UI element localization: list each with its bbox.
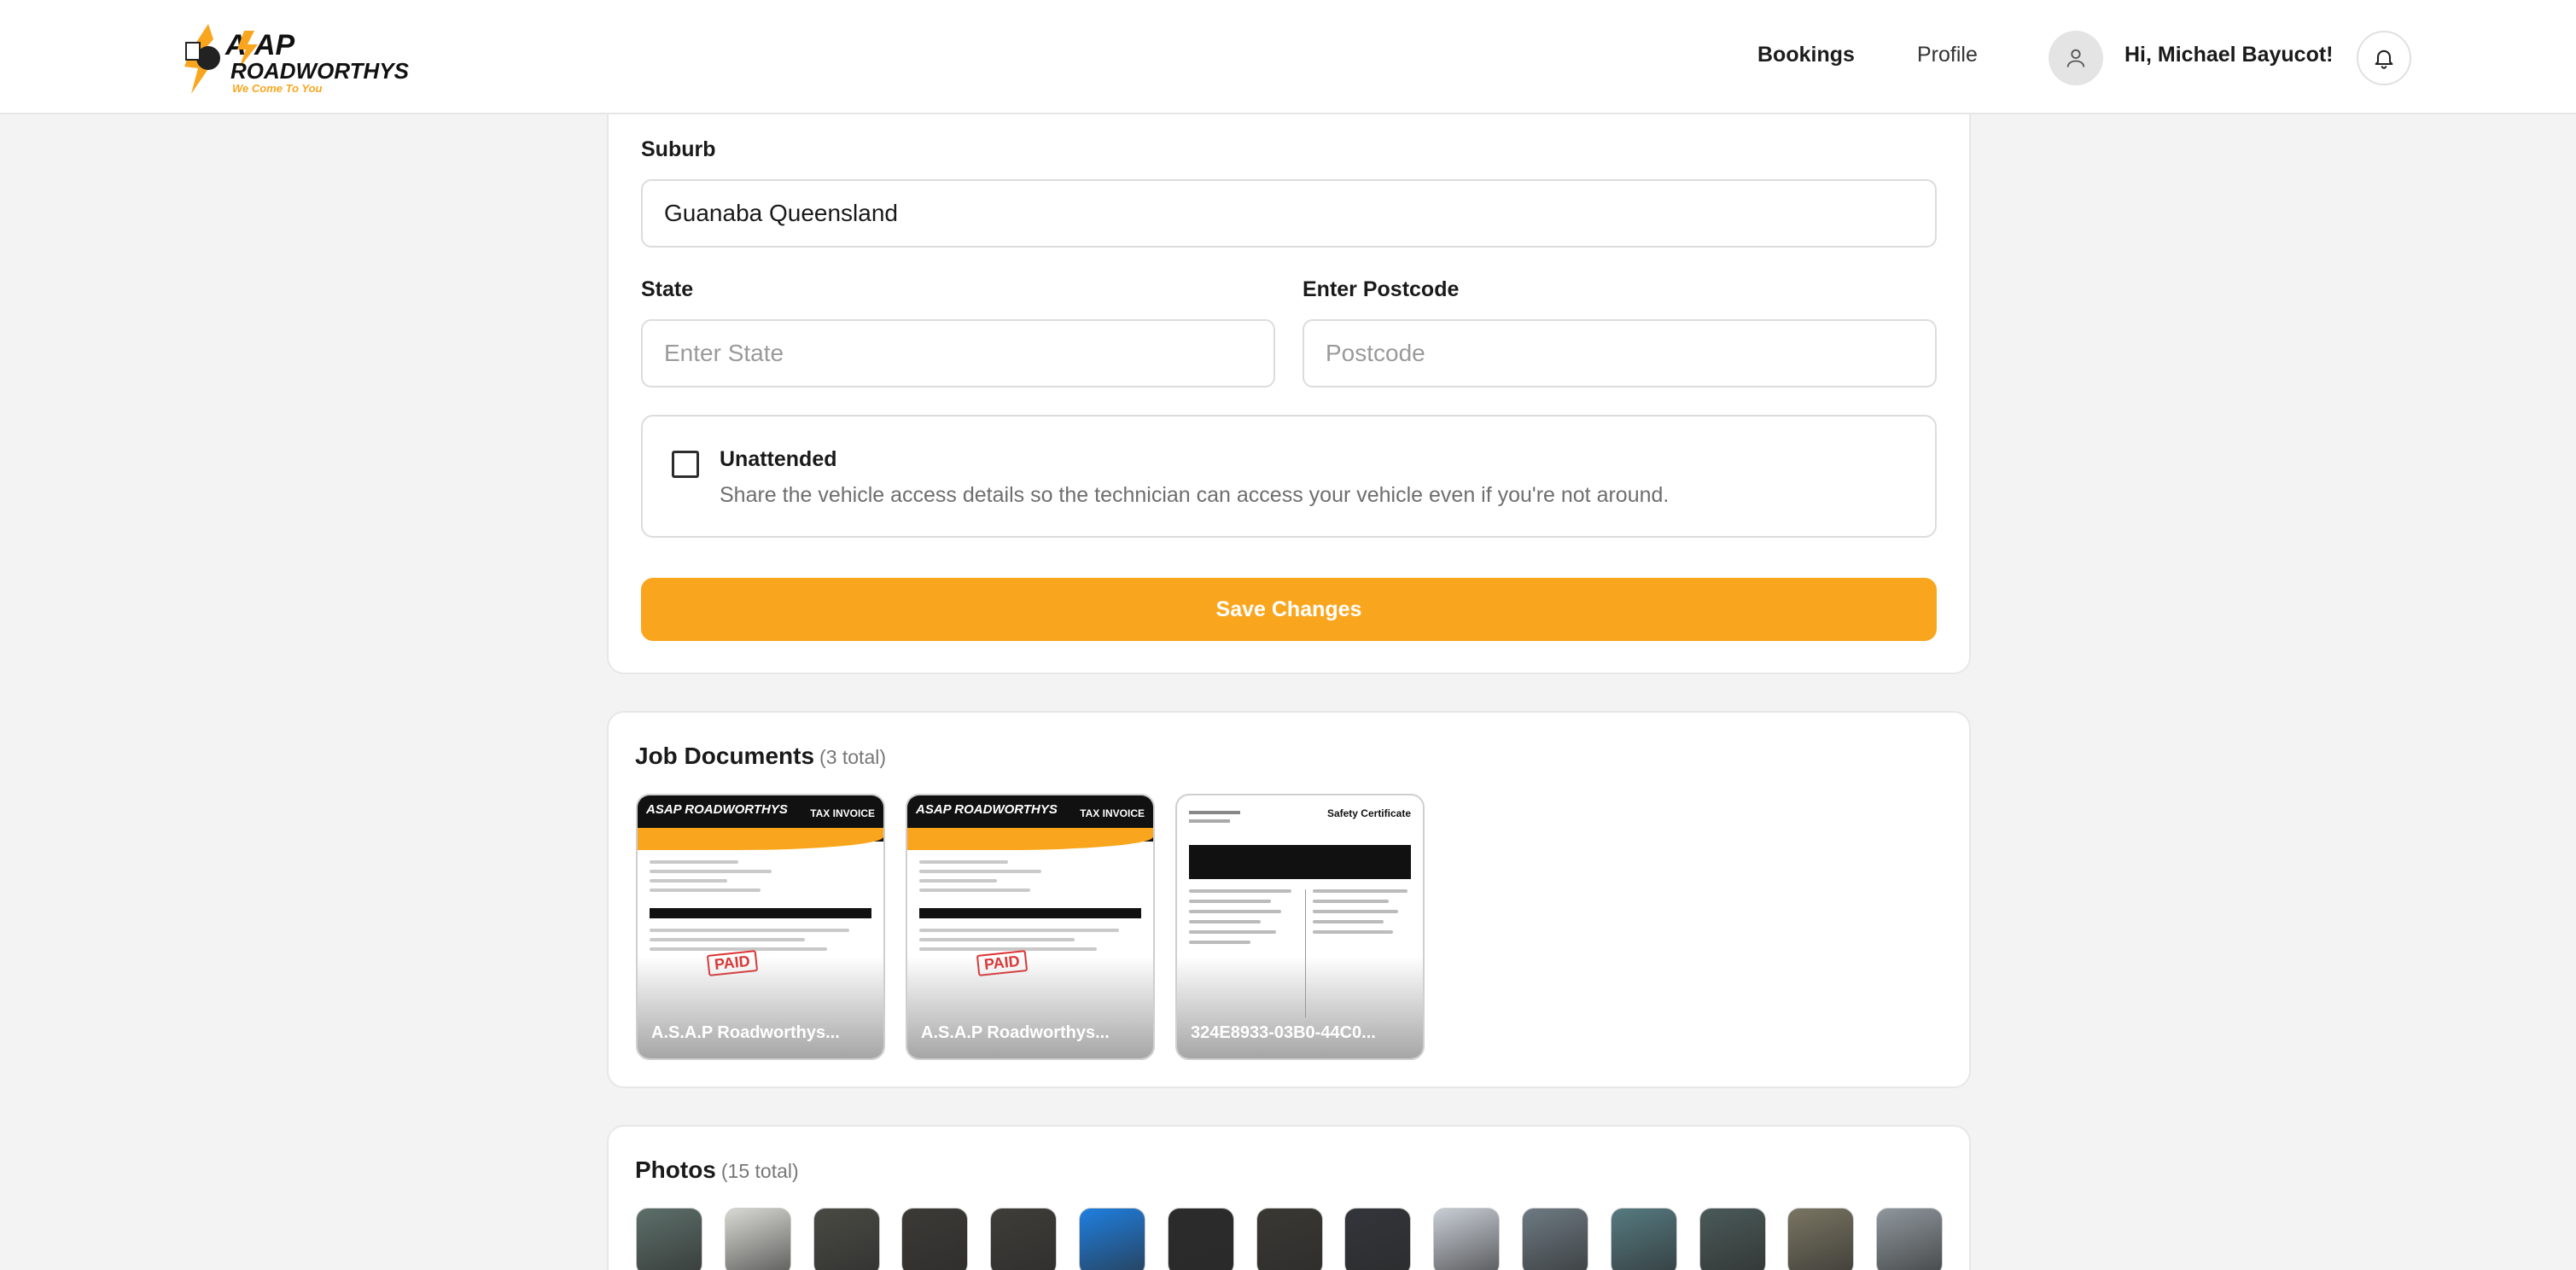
unattended-checkbox[interactable] (672, 451, 699, 478)
photo-thumbnail[interactable] (1168, 1208, 1234, 1270)
photo-thumbnail[interactable] (1876, 1208, 1943, 1270)
photos-title: Photos (635, 1156, 716, 1183)
photo-thumbnail[interactable] (813, 1208, 880, 1270)
photo-thumbnail[interactable] (901, 1208, 968, 1270)
photo-thumbnail[interactable] (1433, 1208, 1500, 1270)
postcode-input[interactable] (1303, 319, 1937, 387)
job-documents-count: (3 total) (819, 746, 887, 768)
certificate-header: Safety Certificate (1189, 807, 1411, 836)
photo-thumbnail[interactable] (1522, 1208, 1588, 1270)
photo-thumbnail[interactable] (1256, 1208, 1323, 1270)
certificate-banner (1189, 845, 1411, 879)
photo-thumbnail[interactable] (1787, 1208, 1854, 1270)
notifications-button[interactable] (2357, 31, 2411, 85)
invoice-type: TAX INVOICE (810, 807, 875, 819)
state-input[interactable] (641, 319, 1275, 387)
photo-thumbnail[interactable] (990, 1208, 1057, 1270)
save-changes-button[interactable]: Save Changes (641, 578, 1937, 641)
photo-thumbnail[interactable] (1699, 1208, 1766, 1270)
logo-graphic: A AP ROADWORTHYS We Come To You (184, 24, 410, 95)
asap-roadworthys-logo[interactable]: A AP ROADWORTHYS We Come To You (183, 19, 430, 96)
photo-thumbnail[interactable] (1079, 1208, 1145, 1270)
job-documents-heading: Job Documents (3 total) (635, 743, 886, 770)
photo-thumbnail[interactable] (636, 1208, 702, 1270)
document-name: A.S.A.P Roadworthys... (651, 1023, 840, 1042)
svg-text:AP: AP (254, 29, 295, 61)
invoice-rows (919, 929, 1141, 957)
job-documents-title: Job Documents (635, 743, 815, 769)
photos-count: (15 total) (720, 1160, 799, 1182)
invoice-type: TAX INVOICE (1080, 807, 1145, 819)
unattended-option: Unattended Share the vehicle access deta… (641, 415, 1937, 538)
document-name: A.S.A.P Roadworthys... (921, 1023, 1110, 1042)
svg-text:ROADWORTHYS: ROADWORTHYS (230, 58, 410, 84)
nav-profile-link[interactable]: Profile (1917, 43, 1978, 67)
invoice-table-header (919, 908, 1141, 918)
document-name: 324E8933-03B0-44C0... (1191, 1023, 1376, 1042)
invoice-logo: ASAP ROADWORTHYS (646, 802, 788, 817)
postcode-label: Enter Postcode (1303, 277, 1460, 301)
bell-icon (2375, 50, 2393, 69)
invoice-logo: ASAP ROADWORTHYS (916, 802, 1058, 817)
state-label: State (641, 277, 694, 301)
photo-thumbnail[interactable] (725, 1208, 791, 1270)
invoice-lines (650, 860, 871, 898)
photo-thumbnail[interactable] (1611, 1208, 1677, 1270)
document-thumbnail-1[interactable]: ASAP ROADWORTHYS TAX INVOICE PAID A.S.A.… (636, 794, 885, 1060)
nav-bookings-link[interactable]: Bookings (1757, 43, 1855, 67)
suburb-input[interactable] (641, 179, 1937, 248)
top-header: A AP ROADWORTHYS We Come To You Bookings… (0, 0, 2576, 114)
avatar[interactable] (2049, 31, 2103, 85)
photo-thumbnail[interactable] (1344, 1208, 1411, 1270)
photos-heading: Photos (15 total) (635, 1156, 799, 1184)
user-greeting: Hi, Michael Bayucot! (2124, 43, 2334, 67)
user-icon (2066, 49, 2085, 67)
invoice-lines (919, 860, 1141, 898)
unattended-description: Share the vehicle access details so the … (720, 483, 1670, 507)
svg-text:We Come To You: We Come To You (232, 82, 323, 95)
document-thumbnail-3[interactable]: Safety Certificate 324E8933-03B0-44C0... (1175, 794, 1425, 1060)
invoice-rows (650, 929, 871, 957)
document-thumbnail-2[interactable]: ASAP ROADWORTHYS TAX INVOICE PAID A.S.A.… (906, 794, 1155, 1060)
suburb-label: Suburb (641, 137, 716, 161)
certificate-title: Safety Certificate (1326, 807, 1411, 819)
unattended-title: Unattended (720, 447, 837, 471)
invoice-table-header (650, 908, 871, 918)
